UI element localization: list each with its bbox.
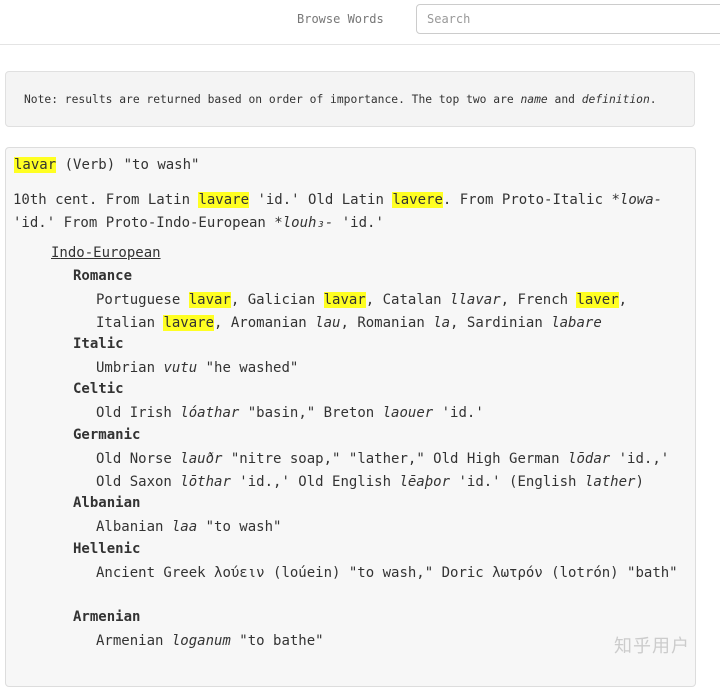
result-panel: lavar (Verb) "to wash" 10th cent. From L… [5, 147, 696, 687]
entry-gloss: "to wash" [123, 157, 200, 173]
germanic-forms: Old Norse lauðr "nitre soap," "lather," … [96, 448, 688, 494]
hellenic-forms: Ancient Greek λούειν (loúein) "to wash,"… [96, 562, 688, 585]
celtic-forms: Old Irish lóathar "basin," Breton laouer… [96, 402, 688, 425]
word: lóathar [180, 405, 240, 421]
etym-part: . From Proto-Italic * [442, 192, 620, 208]
lang: , Sardinian [450, 315, 552, 331]
word: lather [584, 474, 636, 490]
etym-part: 'id.' From Proto-Indo-European * [13, 215, 283, 231]
lang: , Romanian [340, 315, 434, 331]
lang: 'id.' (English [450, 474, 585, 490]
lang: Ancient Greek [96, 565, 215, 581]
entry-pos: (Verb) [64, 157, 116, 173]
note-box: Note: results are returned based on orde… [5, 71, 695, 127]
word: laver [576, 292, 619, 308]
branch-italic: Italic [73, 336, 124, 352]
lang: Old Irish [96, 405, 181, 421]
etym-proto-italic: lowa- [619, 192, 663, 208]
word: lēaþor [399, 474, 451, 490]
lang: , Catalan [365, 292, 451, 308]
romance-forms: Portuguese lavar, Galician lavar, Catala… [96, 289, 688, 335]
word: lavare [163, 315, 215, 331]
branch-celtic: Celtic [73, 381, 124, 397]
lang: Albanian [96, 519, 172, 535]
word: λούειν [214, 565, 265, 581]
etym-old-latin: lavere [392, 192, 443, 208]
branch-hellenic: Hellenic [73, 541, 141, 557]
lang: "basin," Breton [239, 405, 383, 421]
word: lavar [323, 292, 366, 308]
entry-header: lavar (Verb) "to wash" [14, 157, 199, 173]
lang: (loúein) "to wash," Doric [264, 565, 493, 581]
word: labare [551, 315, 602, 331]
lang: Portuguese [96, 292, 189, 308]
etym-pie: louh₃- [282, 215, 334, 231]
note-conj: and [547, 93, 582, 106]
etymology-text: 10th cent. From Latin lavare 'id.' Old L… [13, 189, 683, 235]
etym-part: 'id.' Old Latin [249, 192, 393, 208]
lang: 'id.,' Old English [230, 474, 400, 490]
italic-forms: Umbrian vutu "he washed" [96, 357, 688, 380]
word: laouer [382, 405, 434, 421]
gloss: "he washed" [197, 360, 299, 376]
note-field-name: name [520, 93, 548, 106]
entry-word[interactable]: lavar [14, 157, 57, 173]
word: lavar [188, 292, 231, 308]
lang: , Aromanian [214, 315, 316, 331]
lang: , French [500, 292, 577, 308]
lang: Old Norse [96, 451, 181, 467]
word: llavar [450, 292, 501, 308]
lang: Armenian [96, 633, 172, 649]
search-input[interactable] [416, 4, 720, 34]
etym-part: 'id.' [333, 215, 384, 231]
top-navbar: Browse Words [0, 0, 720, 45]
family-heading[interactable]: Indo-European [51, 245, 161, 261]
gloss: 'id.' [433, 405, 484, 421]
word: loganum [171, 633, 231, 649]
word: laa [171, 519, 198, 535]
note-field-definition: definition [581, 93, 650, 106]
browse-words-link[interactable]: Browse Words [297, 12, 384, 26]
gloss: (lotrón) "bath" [542, 565, 678, 581]
word: lōthar [180, 474, 231, 490]
word: vutu [163, 360, 198, 376]
branch-armenian: Armenian [73, 609, 141, 625]
branch-albanian: Albanian [73, 495, 141, 511]
lang: ) [635, 474, 644, 490]
watermark: 知乎用户 [614, 636, 690, 657]
branch-romance: Romance [73, 268, 133, 284]
gloss: "to wash" [197, 519, 282, 535]
branch-germanic: Germanic [73, 427, 141, 443]
word: lau [315, 315, 341, 331]
word: λωτρόν [492, 565, 543, 581]
note-suffix: . [649, 93, 657, 106]
word: lauðr [180, 451, 223, 467]
lang: "nitre soap," "lather," Old High German [222, 451, 569, 467]
etym-part: 10th cent. From Latin [13, 192, 199, 208]
etym-latin: lavare [198, 192, 250, 208]
word: la [433, 315, 451, 331]
armenian-forms: Armenian loganum "to bathe" [96, 630, 688, 653]
gloss: "to bathe" [230, 633, 324, 649]
lang: Umbrian [96, 360, 164, 376]
note-text: Note: results are returned based on orde… [24, 93, 521, 106]
albanian-forms: Albanian laa "to wash" [96, 516, 688, 539]
word: lōdar [568, 451, 611, 467]
lang: , Galician [230, 292, 324, 308]
